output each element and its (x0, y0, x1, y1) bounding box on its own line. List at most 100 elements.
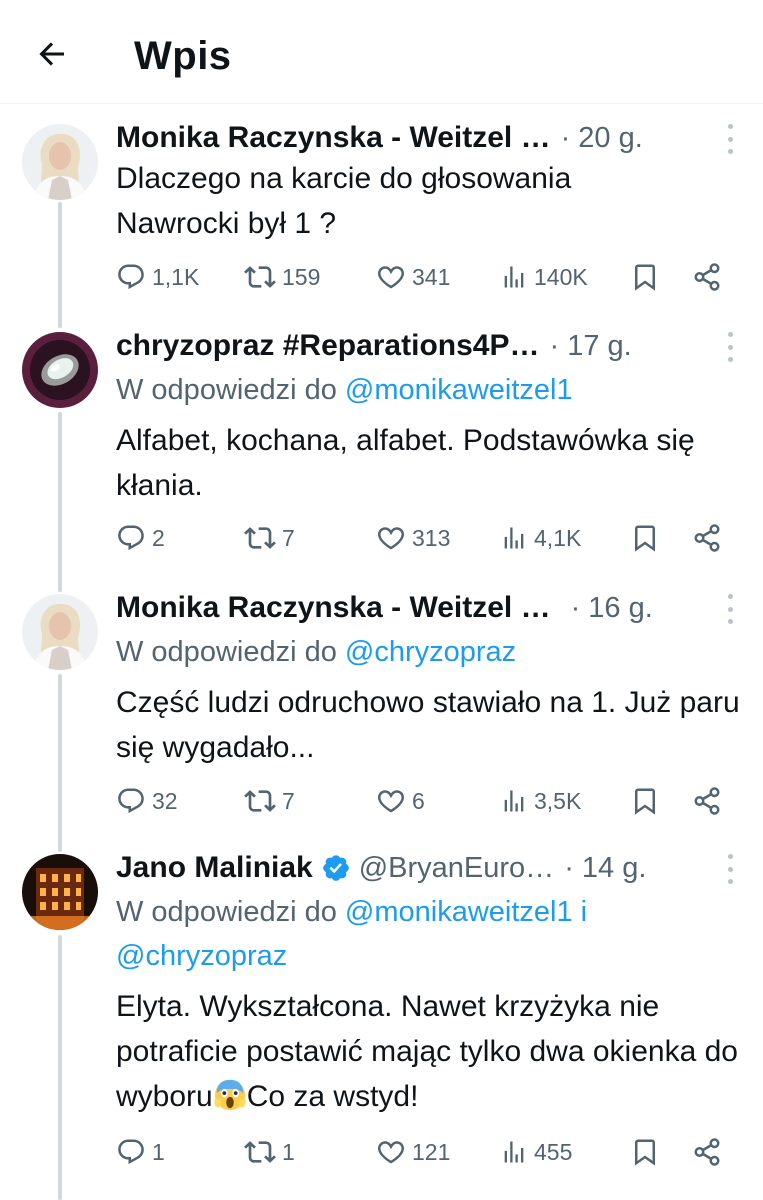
like-count: 341 (412, 263, 451, 290)
tweet[interactable]: Jano Maliniak @BryanEuro… · 14 g. W odpo… (0, 846, 763, 1200)
user-photo (22, 594, 98, 670)
tweet-text-part: Co za wstyd! (246, 1080, 419, 1113)
reply-button[interactable]: 1,1K (116, 257, 199, 297)
heart-icon (376, 1137, 406, 1167)
reply-button[interactable]: 2 (116, 518, 165, 558)
screaming-face-emoji-icon (214, 1079, 246, 1111)
views-chart-icon (500, 787, 528, 815)
repost-count: 7 (282, 787, 295, 814)
bookmark-icon (630, 523, 660, 553)
tweet[interactable]: Monika Raczynska - Weitzel … · 20 g. Dla… (0, 104, 763, 324)
reply-button[interactable]: 1 (116, 1132, 165, 1172)
views-chart-icon (500, 524, 528, 552)
mention-link[interactable]: @chryzopraz (116, 940, 287, 972)
user-photo (22, 854, 98, 930)
timestamp[interactable]: · 20 g. (561, 122, 643, 155)
avatar[interactable] (22, 594, 98, 670)
bookmark-button[interactable] (630, 781, 660, 821)
back-button[interactable] (30, 32, 74, 76)
tweet[interactable]: chryzopraz #Reparations4P… · 17 g. W odp… (0, 324, 763, 586)
repost-count: 159 (282, 263, 321, 290)
like-button[interactable]: 121 (376, 1132, 450, 1172)
display-name[interactable]: Monika Raczynska - Weitzel … (116, 591, 551, 625)
share-icon (692, 262, 722, 292)
reply-context: W odpowiedzi do @monikaweitzel1 (116, 368, 743, 412)
repost-button[interactable]: 7 (244, 781, 295, 821)
timestamp[interactable]: · 17 g. (549, 330, 631, 363)
share-icon (692, 1137, 722, 1167)
mention-link[interactable]: @monikaweitzel1 (345, 374, 573, 406)
more-options-button[interactable] (725, 332, 735, 362)
reply-icon (116, 523, 146, 553)
repost-button[interactable]: 1 (244, 1132, 295, 1172)
reply-context: W odpowiedzi do @chryzopraz (116, 630, 743, 674)
like-button[interactable]: 6 (376, 781, 425, 821)
timestamp[interactable]: · 16 g. (571, 592, 653, 625)
mention-link[interactable]: @chryzopraz (345, 636, 516, 668)
repost-icon (244, 522, 276, 554)
views-button[interactable]: 455 (500, 1132, 572, 1172)
views-button[interactable]: 4,1K (500, 518, 581, 558)
mention-link[interactable]: @monikaweitzel1 i (345, 896, 587, 928)
avatar[interactable] (22, 854, 98, 930)
more-options-button[interactable] (725, 854, 735, 884)
user-handle[interactable]: @BryanEuro… (359, 852, 554, 885)
heart-icon (376, 262, 406, 292)
like-count: 6 (412, 787, 425, 814)
views-count: 455 (534, 1138, 573, 1165)
display-name[interactable]: chryzopraz #Reparations4P… (116, 329, 539, 363)
tweet-text-part: Elyta. Wykształcona. Nawet krzyżyka nie … (116, 990, 738, 1113)
reply-prefix: W odpowiedzi do (116, 374, 345, 406)
reply-count: 1 (152, 1138, 165, 1165)
bookmark-button[interactable] (630, 1132, 660, 1172)
tweet[interactable]: Monika Raczynska - Weitzel … · 16 g. W o… (0, 586, 763, 848)
reply-prefix: W odpowiedzi do (116, 636, 345, 668)
tweet-text: Elyta. Wykształcona. Nawet krzyżyka nie … (116, 984, 741, 1119)
share-button[interactable] (692, 518, 722, 558)
tweet-actions: 1 1 121 455 (116, 1132, 743, 1172)
share-icon (692, 786, 722, 816)
page-title: Wpis (134, 34, 232, 78)
verified-badge-icon (322, 855, 349, 881)
bookmark-icon (630, 262, 660, 292)
avatar[interactable] (22, 124, 98, 200)
reply-count: 32 (152, 787, 178, 814)
repost-button[interactable]: 7 (244, 518, 295, 558)
arrow-left-icon (39, 42, 64, 66)
like-count: 121 (412, 1138, 451, 1165)
repost-icon (244, 261, 276, 293)
like-button[interactable]: 341 (376, 257, 450, 297)
reply-button[interactable]: 32 (116, 781, 178, 821)
views-count: 140K (534, 263, 588, 290)
display-name[interactable]: Monika Raczynska - Weitzel … (116, 121, 551, 155)
share-button[interactable] (692, 1132, 722, 1172)
bookmark-button[interactable] (630, 257, 660, 297)
bookmark-button[interactable] (630, 518, 660, 558)
views-button[interactable]: 3,5K (500, 781, 581, 821)
like-button[interactable]: 313 (376, 518, 450, 558)
timestamp[interactable]: · 14 g. (564, 852, 646, 885)
tweet-actions: 32 7 6 3,5K (116, 781, 743, 821)
repost-count: 1 (282, 1138, 295, 1165)
tweet-text: Alfabet, kochana, alfabet. Podstawówka s… (116, 424, 695, 502)
more-options-button[interactable] (725, 124, 735, 154)
more-options-button[interactable] (725, 594, 735, 624)
repost-icon (244, 1136, 276, 1168)
reply-count: 1,1K (152, 263, 200, 290)
repost-count: 7 (282, 524, 295, 551)
tweet-actions: 2 7 313 4,1K (116, 518, 743, 558)
reply-count: 2 (152, 524, 165, 551)
reply-icon (116, 786, 146, 816)
repost-button[interactable]: 159 (244, 257, 320, 297)
avatar[interactable] (22, 332, 98, 408)
share-button[interactable] (692, 257, 722, 297)
display-name[interactable]: Jano Maliniak (116, 851, 313, 885)
views-button[interactable]: 140K (500, 257, 588, 297)
top-bar: Wpis (0, 0, 763, 104)
heart-icon (376, 523, 406, 553)
share-button[interactable] (692, 781, 722, 821)
views-chart-icon (500, 263, 528, 291)
reply-icon (116, 1137, 146, 1167)
bookmark-icon (630, 786, 660, 816)
user-photo (22, 124, 98, 200)
